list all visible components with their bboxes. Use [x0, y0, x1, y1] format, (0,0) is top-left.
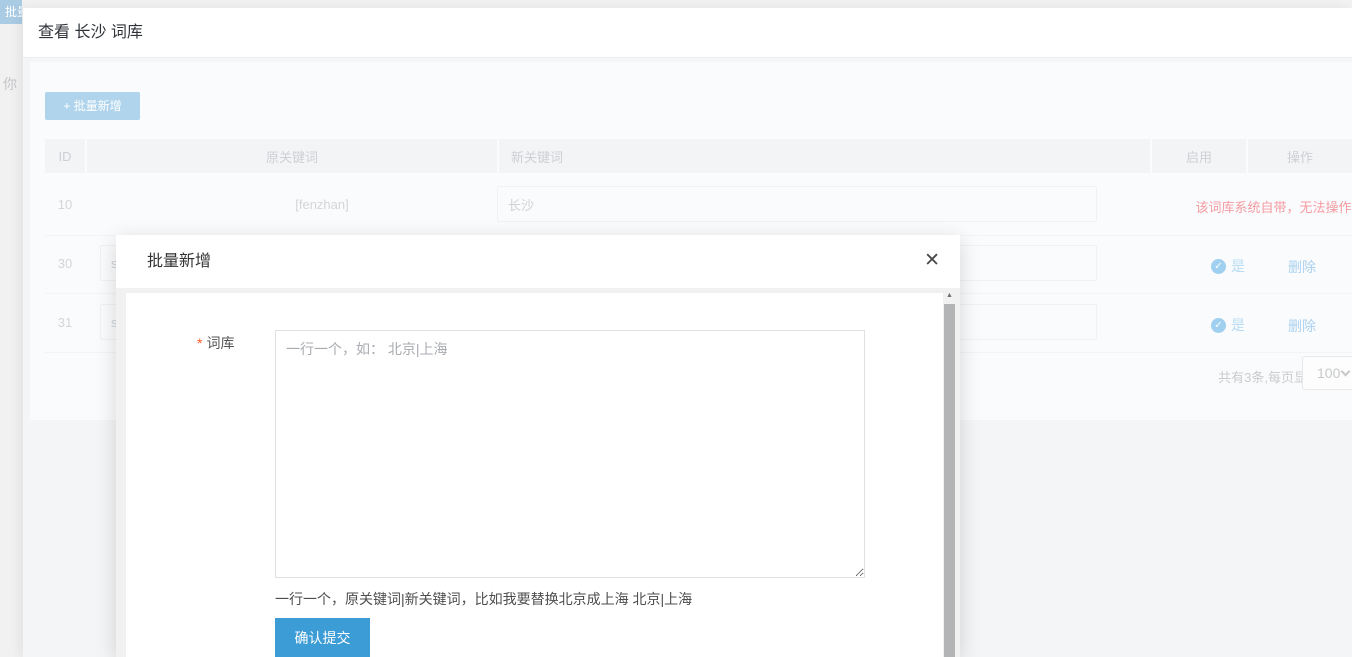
confirm-submit-button[interactable]: 确认提交: [275, 618, 370, 657]
column-header-operation: 操作: [1248, 139, 1352, 173]
modal-form-panel: *词库 一行一个，原关键词|新关键词，比如我要替换北京成上海 北京|上海 确认提…: [126, 293, 943, 657]
row-10-system-note: 该词库系统自带，无法操作: [1176, 197, 1352, 216]
background-partial-text: 你: [3, 74, 17, 94]
table-header-row: ID 原关键词 新关键词 启用 操作: [45, 139, 1352, 173]
row-31-id: 31: [45, 315, 85, 330]
row-31-delete-link[interactable]: 删除: [1237, 316, 1352, 336]
row-10-new-keyword-input[interactable]: [497, 186, 1097, 222]
scrollbar-thumb[interactable]: [944, 304, 955, 657]
column-header-original-keyword: 原关键词: [87, 139, 497, 173]
thesaurus-textarea[interactable]: [275, 330, 865, 578]
check-circle-icon: ✓: [1211, 318, 1226, 333]
column-header-new-keyword: 新关键词: [499, 139, 1150, 173]
page-size-select[interactable]: 100: [1302, 356, 1352, 390]
batch-add-modal: 批量新增 ✕ *词库 一行一个，原关键词|新关键词，比如我要替换北京成上海 北京…: [116, 235, 960, 657]
modal-scrollbar[interactable]: ▲: [943, 288, 956, 657]
row-30-id: 30: [45, 256, 85, 271]
background-menu-chip[interactable]: 批量: [0, 0, 22, 24]
row-10-original-keyword: [fenzhan]: [117, 197, 527, 212]
batch-add-button[interactable]: + 批量新增: [45, 92, 140, 120]
column-header-id: ID: [45, 139, 85, 173]
modal-body: *词库 一行一个，原关键词|新关键词，比如我要替换北京成上海 北京|上海 确认提…: [116, 288, 960, 657]
thesaurus-field-label: *词库: [197, 333, 234, 353]
check-circle-icon: ✓: [1211, 259, 1226, 274]
row-30-delete-link[interactable]: 删除: [1237, 257, 1352, 277]
modal-title: 批量新增: [147, 235, 211, 288]
page-title: 查看 长沙 词库: [38, 8, 143, 58]
modal-header: 批量新增 ✕: [116, 235, 960, 288]
form-help-text: 一行一个，原关键词|新关键词，比如我要替换北京成上海 北京|上海: [275, 589, 692, 609]
pagination-summary: 共有3条,每页显示: [1190, 367, 1320, 386]
required-mark: *: [197, 335, 202, 351]
chevron-down-icon: [1341, 367, 1351, 377]
drawer-header: 查看 长沙 词库: [23, 8, 1352, 58]
column-header-enabled: 启用: [1152, 139, 1246, 173]
row-10-id: 10: [45, 197, 85, 212]
scrollbar-up-arrow-icon[interactable]: ▲: [943, 288, 956, 303]
field-label-text: 词库: [206, 335, 234, 351]
close-icon[interactable]: ✕: [924, 249, 940, 273]
page-size-value: 100: [1317, 365, 1340, 381]
